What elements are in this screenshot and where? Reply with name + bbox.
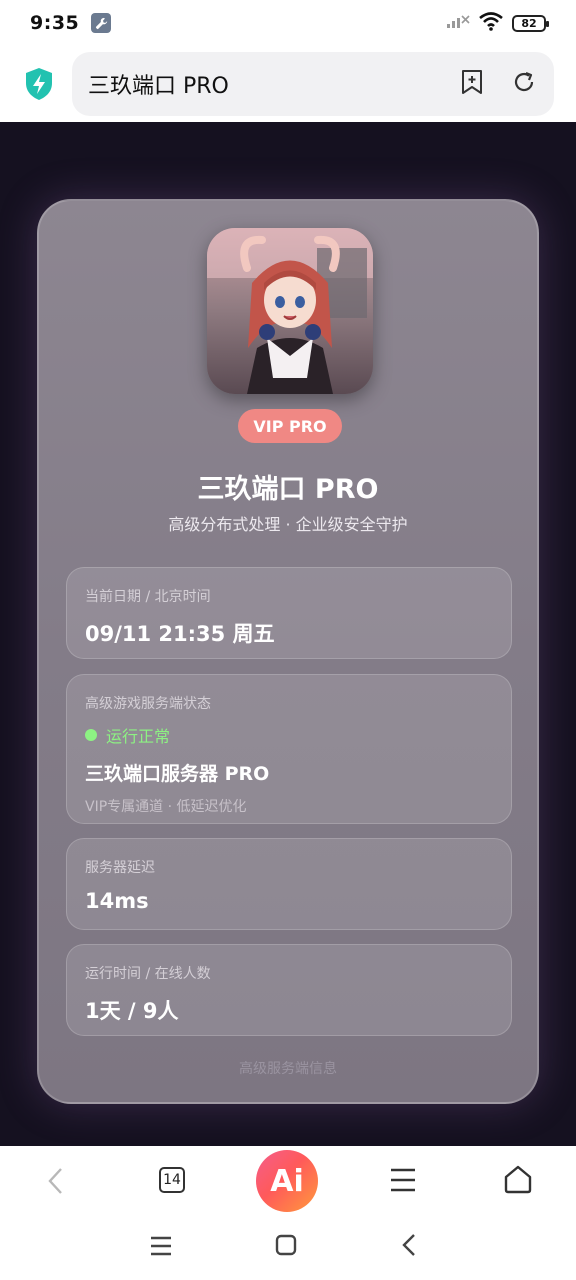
tabs-button[interactable]: 14 xyxy=(159,1167,185,1193)
latency-value: 14ms xyxy=(85,889,149,913)
status-bar: 9:35 82 xyxy=(0,0,576,46)
ai-assistant-button[interactable]: Ai xyxy=(256,1150,318,1212)
refresh-icon[interactable] xyxy=(512,70,536,98)
date-label: 当前日期 / 北京时间 xyxy=(85,589,211,605)
status-text: 运行正常 xyxy=(106,727,171,746)
url-title: 三玖端口 PRO xyxy=(88,74,229,99)
browser-address-bar: 三玖端口 PRO xyxy=(0,46,576,122)
uptime-panel: 运行时间 / 在线人数 1天 / 9人 xyxy=(66,944,512,1036)
battery-icon: 82 xyxy=(512,14,549,32)
recent-apps-icon[interactable] xyxy=(149,1236,173,1256)
server-info-card: VIP PRO 三玖端口 PRO 高级分布式处理 · 企业级安全守护 当前日期 … xyxy=(37,199,539,1104)
server-name: 三玖端口服务器 PRO xyxy=(85,763,270,785)
latency-label: 服务器延迟 xyxy=(85,860,155,876)
ai-label: Ai xyxy=(256,1150,318,1212)
wifi-icon xyxy=(478,11,504,35)
home-icon[interactable] xyxy=(503,1164,533,1194)
server-status-panel: 高级游戏服务端状态 运行正常 三玖端口服务器 PRO VIP专属通道 · 低延迟… xyxy=(66,674,512,824)
server-description: VIP专属通道 · 低延迟优化 xyxy=(85,799,247,815)
date-panel: 当前日期 / 北京时间 09/11 21:35 周五 xyxy=(66,567,512,659)
uptime-value: 1天 / 9人 xyxy=(85,999,179,1023)
server-status-label: 高级游戏服务端状态 xyxy=(85,696,211,712)
uptime-label: 运行时间 / 在线人数 xyxy=(85,966,211,982)
url-field[interactable]: 三玖端口 PRO xyxy=(72,52,554,116)
system-back-icon[interactable] xyxy=(400,1233,418,1257)
card-title: 三玖端口 PRO xyxy=(197,474,379,505)
system-nav-bar xyxy=(0,1216,576,1280)
vip-badge: VIP PRO xyxy=(238,409,342,443)
menu-icon[interactable] xyxy=(389,1167,417,1193)
shield-bolt-icon[interactable] xyxy=(24,67,54,101)
page-content: VIP PRO 三玖端口 PRO 高级分布式处理 · 企业级安全守护 当前日期 … xyxy=(0,122,576,1146)
avatar xyxy=(207,228,373,394)
signal-icon xyxy=(446,13,470,33)
bookmark-add-icon[interactable] xyxy=(460,69,484,99)
card-footer: 高级服务端信息 xyxy=(239,1061,337,1077)
browser-toolbar: 14 Ai xyxy=(0,1146,576,1216)
back-arrow-icon[interactable] xyxy=(44,1166,68,1196)
date-value: 09/11 21:35 周五 xyxy=(85,622,275,646)
status-time: 9:35 xyxy=(30,12,80,34)
status-indicator: 运行正常 xyxy=(85,723,493,747)
card-subtitle: 高级分布式处理 · 企业级安全守护 xyxy=(168,515,408,534)
latency-panel: 服务器延迟 14ms xyxy=(66,838,512,930)
tabs-count: 14 xyxy=(159,1167,185,1193)
wrench-icon xyxy=(91,13,112,33)
status-dot-icon xyxy=(85,729,97,741)
home-button-icon[interactable] xyxy=(275,1234,297,1256)
